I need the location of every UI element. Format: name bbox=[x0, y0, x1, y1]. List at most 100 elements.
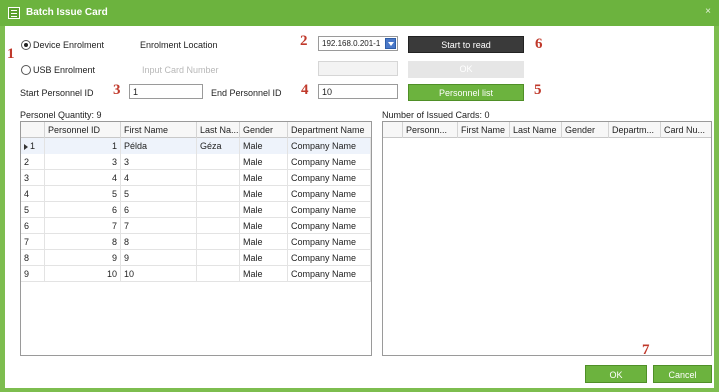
cell-text: 1 bbox=[111, 141, 117, 151]
cell-text: Male bbox=[243, 157, 263, 167]
ok-button[interactable]: OK bbox=[585, 365, 647, 383]
table-row[interactable]: 3 4 4 Male Company Name bbox=[21, 170, 371, 186]
cell-text: 10 bbox=[106, 269, 117, 279]
device-enrolment-label: Device Enrolment bbox=[33, 40, 105, 50]
end-id-input[interactable]: 10 bbox=[318, 84, 398, 99]
cell-text: Géza bbox=[200, 141, 222, 151]
cell-text: 4 bbox=[111, 173, 117, 183]
row-index-cell: 6 bbox=[21, 218, 45, 234]
marker-5: 5 bbox=[534, 82, 542, 98]
cell-text: 9 bbox=[124, 253, 130, 263]
start-id-input[interactable]: 1 bbox=[129, 84, 203, 99]
cell-text: Company Name bbox=[291, 237, 357, 247]
marker-3: 3 bbox=[113, 82, 121, 98]
column-header[interactable]: Department Name bbox=[288, 122, 371, 138]
issued-cards-caption: Number of Issued Cards: 0 bbox=[382, 110, 490, 120]
cancel-button[interactable]: Cancel bbox=[653, 365, 712, 383]
row-index-cell: 1 bbox=[21, 138, 45, 154]
column-header[interactable]: Card Nu... bbox=[661, 122, 711, 138]
table-cell: Male bbox=[240, 186, 288, 202]
row-index-cell: 4 bbox=[21, 186, 45, 202]
cell-text: 5 bbox=[24, 205, 30, 215]
table-row[interactable]: 5 6 6 Male Company Name bbox=[21, 202, 371, 218]
column-header[interactable]: Gender bbox=[562, 122, 609, 138]
table-cell: 5 bbox=[45, 186, 121, 202]
close-icon[interactable]: × bbox=[705, 6, 711, 17]
device-enrolment-radio[interactable] bbox=[21, 40, 31, 50]
card-number-field[interactable] bbox=[318, 61, 398, 76]
column-header[interactable]: First Name bbox=[458, 122, 510, 138]
table-cell: Company Name bbox=[288, 202, 371, 218]
cell-text: 8 bbox=[24, 253, 30, 263]
issued-cards-table[interactable]: Personn... First Name Last Name Gender D… bbox=[382, 121, 712, 356]
cell-text: 5 bbox=[111, 189, 117, 199]
cell-text: Male bbox=[243, 189, 263, 199]
table-cell: Company Name bbox=[288, 234, 371, 250]
cell-text: 7 bbox=[124, 221, 130, 231]
table-cell bbox=[197, 202, 240, 218]
row-index-cell: 8 bbox=[21, 250, 45, 266]
table-row[interactable]: 6 7 7 Male Company Name bbox=[21, 218, 371, 234]
cell-text: 6 bbox=[111, 205, 117, 215]
table-cell bbox=[197, 218, 240, 234]
personnel-table[interactable]: Personnel ID First Name Last Na... Gende… bbox=[20, 121, 372, 356]
cell-text: Company Name bbox=[291, 173, 357, 183]
cell-text: Male bbox=[243, 221, 263, 231]
row-index-cell: 3 bbox=[21, 170, 45, 186]
table-cell bbox=[197, 186, 240, 202]
table-cell: Male bbox=[240, 154, 288, 170]
personnel-list-button[interactable]: Personnel list bbox=[408, 84, 524, 101]
cell-text: 9 bbox=[111, 253, 117, 263]
usb-enrolment-radio[interactable] bbox=[21, 65, 31, 75]
column-header[interactable]: Gender bbox=[240, 122, 288, 138]
table-row[interactable]: 4 5 5 Male Company Name bbox=[21, 186, 371, 202]
ok-small-button[interactable]: OK bbox=[408, 61, 524, 78]
row-indicator-header bbox=[383, 122, 403, 138]
cell-text: 7 bbox=[24, 237, 30, 247]
table-row[interactable]: 1 1 Példa Géza Male Company Name bbox=[21, 138, 371, 154]
cell-text: 1 bbox=[30, 141, 36, 151]
table-cell: 9 bbox=[45, 250, 121, 266]
card-number-label: Input Card Number bbox=[142, 65, 219, 75]
table-cell: 6 bbox=[45, 202, 121, 218]
location-select[interactable]: 192.168.0.201-1 bbox=[318, 36, 398, 51]
column-header[interactable]: Last Na... bbox=[197, 122, 240, 138]
cell-text: 4 bbox=[24, 189, 30, 199]
table-row[interactable]: 7 8 8 Male Company Name bbox=[21, 234, 371, 250]
table-cell: 10 bbox=[121, 266, 197, 282]
column-header[interactable]: Personn... bbox=[403, 122, 458, 138]
table-cell: 3 bbox=[121, 154, 197, 170]
usb-enrolment-label: USB Enrolment bbox=[33, 65, 96, 75]
cell-text: 8 bbox=[111, 237, 117, 247]
start-read-button[interactable]: Start to read bbox=[408, 36, 524, 53]
cell-text: Company Name bbox=[291, 157, 357, 167]
table-cell: Male bbox=[240, 250, 288, 266]
title-bar: Batch Issue Card × bbox=[0, 0, 719, 26]
table-cell: Company Name bbox=[288, 266, 371, 282]
column-header[interactable]: First Name bbox=[121, 122, 197, 138]
chevron-down-icon[interactable] bbox=[385, 38, 396, 49]
table-row[interactable]: 8 9 9 Male Company Name bbox=[21, 250, 371, 266]
cell-text: Male bbox=[243, 141, 263, 151]
table-cell: 7 bbox=[121, 218, 197, 234]
marker-7: 7 bbox=[642, 342, 650, 358]
cell-text: Példa bbox=[124, 141, 148, 151]
start-id-label: Start Personnel ID bbox=[20, 88, 94, 98]
cell-text: 3 bbox=[111, 157, 117, 167]
column-header[interactable]: Departm... bbox=[609, 122, 661, 138]
marker-2: 2 bbox=[300, 33, 308, 49]
marker-4: 4 bbox=[301, 82, 309, 98]
table-row[interactable]: 2 3 3 Male Company Name bbox=[21, 154, 371, 170]
table-cell: 7 bbox=[45, 218, 121, 234]
table-row[interactable]: 9 10 10 Male Company Name bbox=[21, 266, 371, 282]
table-cell: 3 bbox=[45, 154, 121, 170]
column-header[interactable]: Last Name bbox=[510, 122, 562, 138]
column-header[interactable]: Personnel ID bbox=[45, 122, 121, 138]
table-cell bbox=[197, 234, 240, 250]
table-cell: 4 bbox=[121, 170, 197, 186]
table-cell bbox=[197, 266, 240, 282]
cell-text: 9 bbox=[24, 269, 30, 279]
table-cell bbox=[197, 250, 240, 266]
table-cell: Company Name bbox=[288, 218, 371, 234]
table-cell: Company Name bbox=[288, 154, 371, 170]
